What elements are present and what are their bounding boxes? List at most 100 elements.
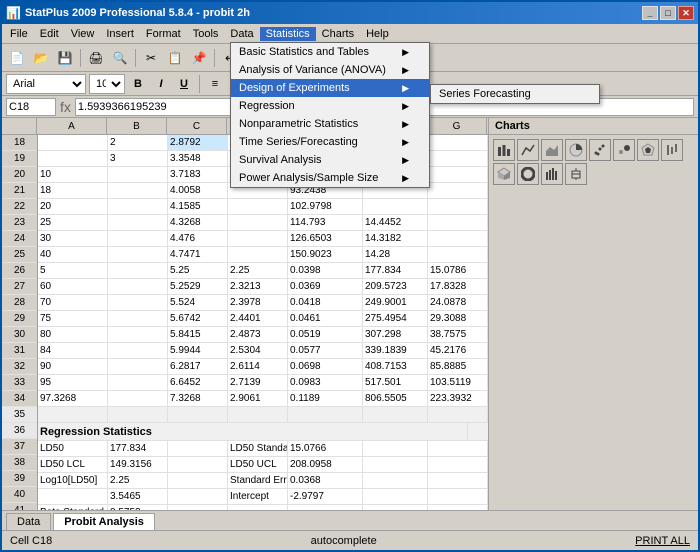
chart-histogram-button[interactable] [541, 163, 563, 185]
cell-a30[interactable]: 80 [38, 327, 108, 342]
cell-e34[interactable]: 0.1189 [288, 391, 363, 406]
cell-a38[interactable]: LD50 LCL [38, 457, 108, 472]
chart-area-button[interactable] [541, 139, 563, 161]
cell-a18[interactable] [38, 135, 108, 150]
cell-f26[interactable]: 177.834 [363, 263, 428, 278]
cell-c18[interactable]: 2.8792 [168, 135, 228, 150]
cell-d37[interactable]: LD50 Standard Error [228, 441, 288, 456]
cell-g22[interactable] [428, 199, 488, 214]
cell-f40[interactable] [363, 489, 428, 504]
cell-d23[interactable] [228, 215, 288, 230]
menu-file[interactable]: File [4, 27, 34, 41]
cell-a19[interactable] [38, 151, 108, 166]
cell-f32[interactable]: 408.7153 [363, 359, 428, 374]
cell-f31[interactable]: 339.1839 [363, 343, 428, 358]
cell-f27[interactable]: 209.5723 [363, 279, 428, 294]
cell-e28[interactable]: 0.0418 [288, 295, 363, 310]
cell-f33[interactable]: 517.501 [363, 375, 428, 390]
cell-f23[interactable]: 14.4452 [363, 215, 428, 230]
cell-d31[interactable]: 2.5304 [228, 343, 288, 358]
cell-b18[interactable]: 2 [108, 135, 168, 150]
cell-e26[interactable]: 0.0398 [288, 263, 363, 278]
cell-e27[interactable]: 0.0369 [288, 279, 363, 294]
cell-g24[interactable] [428, 231, 488, 246]
cell-c34[interactable]: 7.3268 [168, 391, 228, 406]
cell-c31[interactable]: 5.9944 [168, 343, 228, 358]
cell-f39[interactable] [363, 473, 428, 488]
underline-button[interactable]: U [174, 75, 194, 93]
chart-radar-button[interactable] [637, 139, 659, 161]
cell-g25[interactable] [428, 247, 488, 262]
font-size-select[interactable]: 10 [89, 74, 125, 94]
menu-item-regression[interactable]: Regression ▶ [231, 97, 429, 115]
cell-e31[interactable]: 0.0577 [288, 343, 363, 358]
menu-item-time-series[interactable]: Time Series/Forecasting ▶ [231, 133, 429, 151]
cell-c25[interactable]: 4.7471 [168, 247, 228, 262]
cell-f37[interactable] [363, 441, 428, 456]
cell-b40[interactable]: 3.5465 [108, 489, 168, 504]
cell-c21[interactable]: 4.0058 [168, 183, 228, 198]
cell-e33[interactable]: 0.0983 [288, 375, 363, 390]
cell-b25[interactable] [108, 247, 168, 262]
tab-probit-analysis[interactable]: Probit Analysis [53, 513, 155, 530]
chart-line-button[interactable] [517, 139, 539, 161]
cell-f34[interactable]: 806.5505 [363, 391, 428, 406]
cell-e22[interactable]: 102.9798 [288, 199, 363, 214]
bold-button[interactable]: B [128, 75, 148, 93]
font-name-select[interactable]: Arial [6, 74, 86, 94]
cell-c29[interactable]: 5.6742 [168, 311, 228, 326]
cell-d25[interactable] [228, 247, 288, 262]
cell-d38[interactable]: LD50 UCL [228, 457, 288, 472]
cell-e23[interactable]: 114.793 [288, 215, 363, 230]
cell-a37[interactable]: LD50 [38, 441, 108, 456]
cell-g21[interactable] [428, 183, 488, 198]
cell-g30[interactable]: 38.7575 [428, 327, 488, 342]
cell-b23[interactable] [108, 215, 168, 230]
cell-b34[interactable] [108, 391, 168, 406]
cell-g33[interactable]: 103.5119 [428, 375, 488, 390]
cell-e30[interactable]: 0.0519 [288, 327, 363, 342]
menu-tools[interactable]: Tools [187, 27, 225, 41]
cell-e40[interactable]: -2.9797 [288, 489, 363, 504]
cell-c33[interactable]: 6.6452 [168, 375, 228, 390]
cell-a25[interactable]: 40 [38, 247, 108, 262]
chart-bubble-button[interactable] [613, 139, 635, 161]
cell-g29[interactable]: 29.3088 [428, 311, 488, 326]
cell-a39[interactable]: Log10[LD50] [38, 473, 108, 488]
cell-b20[interactable] [108, 167, 168, 182]
cell-e29[interactable]: 0.0461 [288, 311, 363, 326]
menu-item-basic-stats[interactable]: Basic Statistics and Tables ▶ [231, 43, 429, 61]
cell-b38[interactable]: 149.3156 [108, 457, 168, 472]
cell-b39[interactable]: 2.25 [108, 473, 168, 488]
print-all-button[interactable]: PRINT ALL [635, 535, 690, 547]
cell-b26[interactable] [108, 263, 168, 278]
cell-e32[interactable]: 0.0698 [288, 359, 363, 374]
maximize-button[interactable]: □ [660, 6, 676, 20]
cell-b28[interactable] [108, 295, 168, 310]
menu-help[interactable]: Help [360, 27, 395, 41]
menu-view[interactable]: View [65, 27, 101, 41]
cell-g32[interactable]: 85.8885 [428, 359, 488, 374]
cell-c30[interactable]: 5.8415 [168, 327, 228, 342]
cell-g40[interactable] [428, 489, 488, 504]
cell-a29[interactable]: 75 [38, 311, 108, 326]
cell-c23[interactable]: 4.3268 [168, 215, 228, 230]
menu-item-nonparametric[interactable]: Nonparametric Statistics ▶ [231, 115, 429, 133]
menu-statistics[interactable]: Statistics [260, 27, 316, 41]
cell-a24[interactable]: 30 [38, 231, 108, 246]
cell-reference-input[interactable] [6, 98, 56, 116]
chart-pie-button[interactable] [565, 139, 587, 161]
italic-button[interactable]: I [151, 75, 171, 93]
menu-data[interactable]: Data [224, 27, 259, 41]
cell-d27[interactable]: 2.3213 [228, 279, 288, 294]
new-button[interactable]: 📄 [6, 47, 28, 69]
cell-f29[interactable]: 275.4954 [363, 311, 428, 326]
cell-d24[interactable] [228, 231, 288, 246]
cell-f25[interactable]: 14.28 [363, 247, 428, 262]
cell-d39[interactable]: Standard Error [228, 473, 288, 488]
cell-e39[interactable]: 0.0368 [288, 473, 363, 488]
cell-c37[interactable] [168, 441, 228, 456]
cell-b24[interactable] [108, 231, 168, 246]
cell-d22[interactable] [228, 199, 288, 214]
close-button[interactable]: ✕ [678, 6, 694, 20]
